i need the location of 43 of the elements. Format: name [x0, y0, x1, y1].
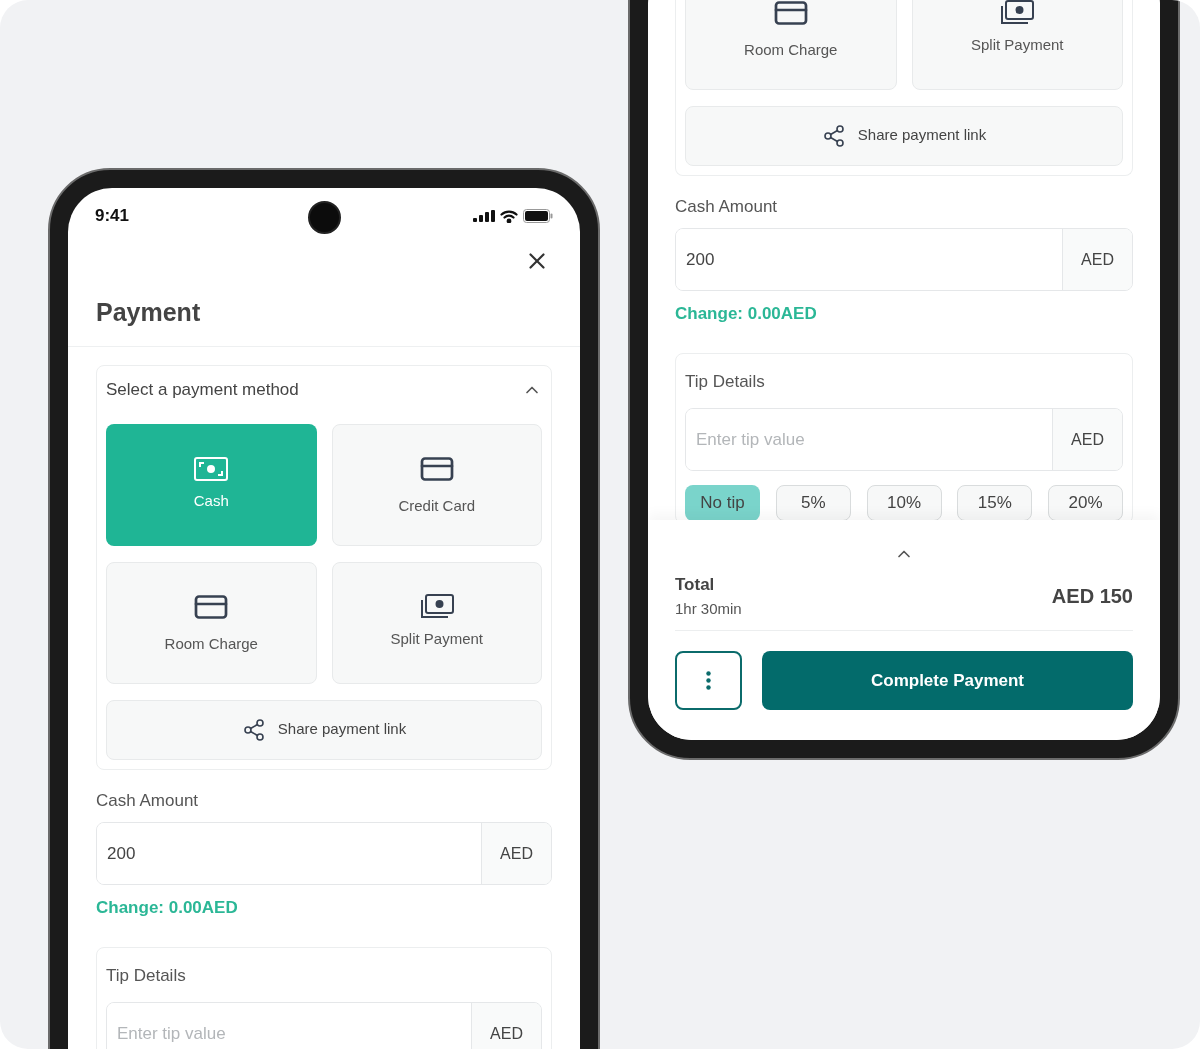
tip-field[interactable]: Enter tip value AED [685, 408, 1123, 471]
complete-payment-button[interactable]: Complete Payment [762, 651, 1133, 710]
change-text: Change: 0.00AED [96, 897, 239, 919]
page-title: Payment [95, 297, 202, 328]
payment-method-card[interactable]: Split Payment [331, 561, 542, 684]
total-label: Total [675, 574, 716, 596]
wifi-icon [500, 209, 518, 223]
share-link-button[interactable]: Share payment link [106, 699, 542, 760]
duration-text: 1hr 30min [675, 598, 742, 619]
currency-label: AED [1052, 409, 1122, 470]
payment-method-card[interactable]: Split Payment [911, 0, 1123, 90]
payment-method-card[interactable]: Room Charge [106, 561, 317, 684]
signal-icon [473, 210, 495, 222]
payment-method-card[interactable]: Credit Card [331, 423, 542, 546]
payment-method-card[interactable]: Room Charge [685, 0, 897, 90]
tip-option-chip[interactable]: 15% [957, 485, 1033, 520]
share-icon [241, 717, 266, 742]
banknote-icon [194, 456, 229, 483]
battery-icon [523, 209, 553, 223]
tip-option-chip[interactable]: No tip [685, 485, 760, 520]
tip-details-label: Tip Details [685, 370, 766, 393]
share-link-button[interactable]: Share payment link [685, 105, 1123, 166]
tip-option-chip[interactable]: 5% [775, 485, 851, 520]
banknotes-icon [419, 594, 454, 621]
payment-method-label: Select a payment method [106, 378, 299, 401]
tip-option-chip[interactable]: 20% [1048, 485, 1123, 520]
tip-field[interactable]: Enter tip value AED [106, 1002, 542, 1049]
currency-label: AED [1062, 229, 1132, 290]
currency-label: AED [481, 823, 551, 884]
change-text: Change: 0.00AED [675, 303, 818, 325]
tip-details-label: Tip Details [106, 964, 187, 987]
more-options-button[interactable] [675, 651, 742, 710]
share-icon [821, 123, 846, 148]
total-amount: AED 150 [1051, 584, 1133, 609]
status-time: 9:41 [95, 205, 130, 228]
currency-label: AED [471, 1003, 541, 1049]
cash-amount-label: Cash Amount [675, 195, 779, 218]
amount-field[interactable]: 200 AED [96, 822, 552, 885]
cash-amount-label: Cash Amount [96, 789, 200, 812]
tip-option-chip[interactable]: 10% [866, 485, 942, 520]
banknotes-icon [1000, 0, 1035, 27]
more-icon [706, 671, 711, 690]
amount-field[interactable]: 200 AED [675, 228, 1133, 291]
